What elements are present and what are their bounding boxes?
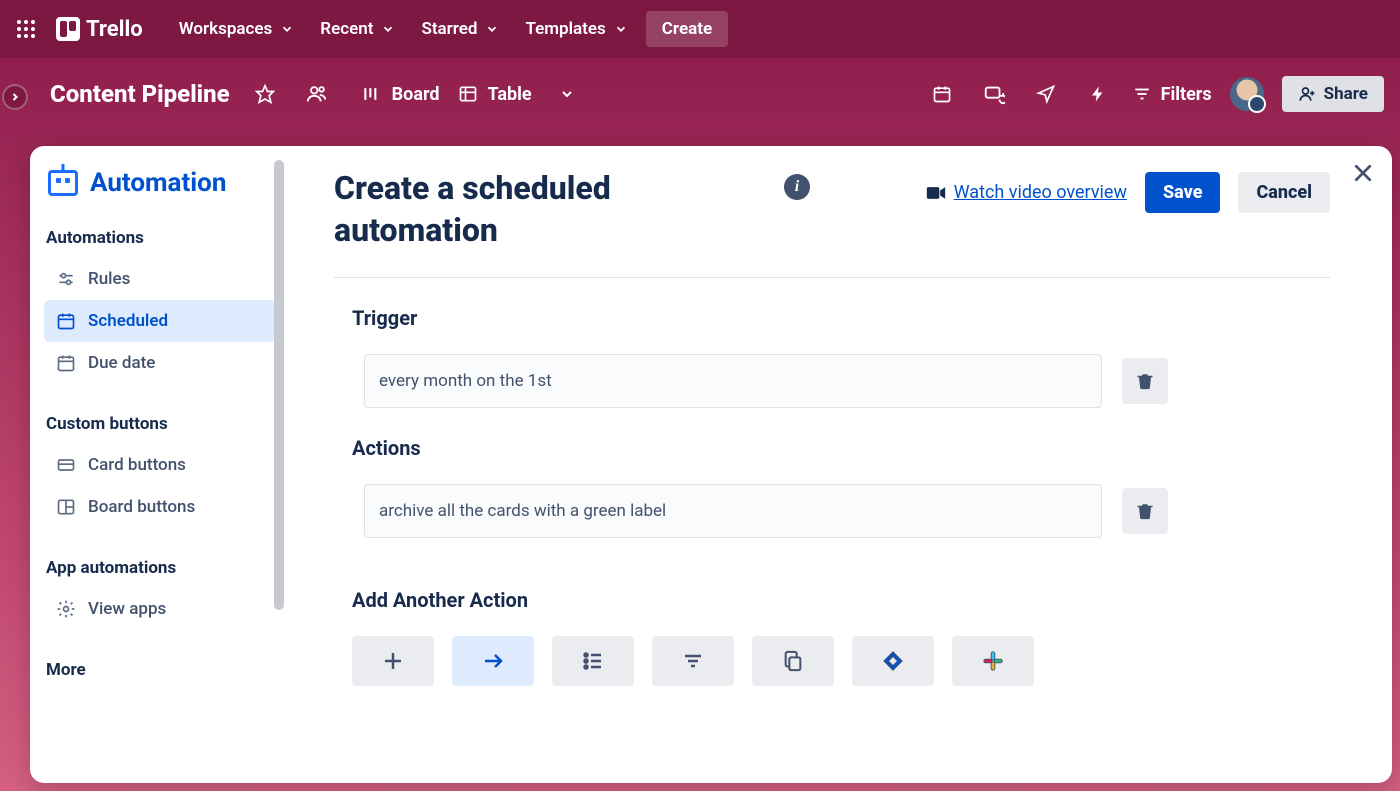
view-board[interactable]: Board — [362, 84, 440, 105]
calendar-icon — [56, 311, 76, 331]
action-type-checklist[interactable] — [552, 636, 634, 686]
group-heading-app-automations: App automations — [46, 558, 276, 578]
automation-bot-icon — [48, 170, 78, 196]
close-button[interactable] — [1350, 160, 1376, 190]
list-icon — [581, 649, 605, 673]
action-type-add[interactable] — [352, 636, 434, 686]
filter-icon — [1133, 85, 1151, 103]
automation-main: Create a scheduled automation i Watch vi… — [286, 146, 1392, 783]
gear-icon — [56, 599, 76, 619]
delete-trigger-button[interactable] — [1122, 358, 1168, 404]
automation-content: Trigger every month on the 1st Actions a… — [334, 278, 1330, 758]
sidebar-scrollbar[interactable] — [274, 160, 284, 610]
card-icon — [56, 455, 76, 475]
chevron-down-icon — [280, 22, 294, 36]
automation-bolt-icon[interactable] — [1081, 77, 1115, 111]
board-header: Content Pipeline Board Table Filters Sha… — [0, 58, 1400, 130]
cancel-button[interactable]: Cancel — [1238, 172, 1330, 213]
main-header: Create a scheduled automation i Watch vi… — [334, 168, 1330, 277]
trigger-text[interactable]: every month on the 1st — [364, 354, 1102, 408]
chevron-down-icon — [485, 22, 499, 36]
view-table[interactable]: Table — [458, 84, 532, 105]
people-icon[interactable] — [300, 77, 334, 111]
actions-heading: Actions — [352, 436, 1330, 460]
info-icon[interactable]: i — [784, 174, 810, 200]
trello-logo[interactable]: Trello — [56, 17, 143, 42]
chevron-down-icon — [614, 22, 628, 36]
board-icon — [56, 497, 76, 517]
share-button[interactable]: Share — [1282, 76, 1384, 112]
calendar-icon[interactable] — [925, 77, 959, 111]
sidebar-item-view-apps[interactable]: View apps — [44, 588, 276, 630]
action-text[interactable]: archive all the cards with a green label — [364, 484, 1102, 538]
menu-recent[interactable]: Recent — [320, 19, 395, 39]
member-avatar[interactable] — [1230, 77, 1264, 111]
share-person-icon — [1298, 85, 1316, 103]
action-type-jira[interactable] — [852, 636, 934, 686]
menu-workspaces[interactable]: Workspaces — [179, 19, 295, 39]
trash-icon — [1136, 371, 1154, 391]
chevron-down-icon — [381, 22, 395, 36]
app-topnav: Trello Workspaces Recent Starred Templat… — [0, 0, 1400, 58]
save-button[interactable]: Save — [1145, 172, 1221, 213]
action-type-slack[interactable] — [952, 636, 1034, 686]
trello-mark-icon — [56, 17, 80, 41]
video-icon — [926, 185, 946, 201]
trigger-row: every month on the 1st — [334, 354, 1330, 408]
menu-templates[interactable]: Templates — [525, 19, 627, 39]
automation-sidebar: Automation Automations Rules Scheduled D… — [30, 146, 286, 783]
sidebar-item-scheduled[interactable]: Scheduled — [44, 300, 276, 342]
page-title: Create a scheduled automation — [334, 168, 754, 251]
delete-action-button[interactable] — [1122, 488, 1168, 534]
slack-icon — [982, 650, 1004, 672]
brand-text: Trello — [86, 17, 143, 42]
sidebar-item-due-date[interactable]: Due date — [44, 342, 276, 384]
sync-icon[interactable] — [977, 77, 1011, 111]
action-type-strip — [334, 636, 1330, 686]
table-icon — [458, 84, 478, 104]
sidebar-title: Automation — [44, 168, 276, 198]
filters-button[interactable]: Filters — [1133, 84, 1212, 105]
jira-icon — [882, 650, 904, 672]
group-heading-automations: Automations — [46, 228, 276, 248]
action-row: archive all the cards with a green label — [334, 484, 1330, 538]
copy-icon — [782, 649, 804, 673]
arrow-right-icon — [479, 649, 507, 673]
close-icon — [1350, 160, 1376, 186]
watch-video-link[interactable]: Watch video overview — [926, 182, 1127, 203]
trigger-heading: Trigger — [352, 306, 1330, 330]
action-type-sort[interactable] — [652, 636, 734, 686]
sliders-icon — [56, 269, 76, 289]
trash-icon — [1136, 501, 1154, 521]
group-heading-more: More — [46, 660, 276, 680]
sidebar-item-rules[interactable]: Rules — [44, 258, 276, 300]
board-title[interactable]: Content Pipeline — [50, 80, 230, 108]
plus-icon — [381, 649, 405, 673]
sidebar-item-card-buttons[interactable]: Card buttons — [44, 444, 276, 486]
menu-starred[interactable]: Starred — [421, 19, 499, 39]
action-type-move[interactable] — [452, 636, 534, 686]
expand-sidebar-button[interactable] — [2, 84, 28, 110]
add-another-heading: Add Another Action — [352, 588, 1330, 612]
topnav-menu: Workspaces Recent Starred Templates — [179, 19, 628, 39]
board-icon — [362, 84, 382, 104]
filter-lines-icon — [681, 649, 705, 673]
calendar-icon — [56, 353, 76, 373]
automation-modal: Automation Automations Rules Scheduled D… — [30, 146, 1392, 783]
group-heading-custom-buttons: Custom buttons — [46, 414, 276, 434]
location-icon[interactable] — [1029, 77, 1063, 111]
sidebar-item-board-buttons[interactable]: Board buttons — [44, 486, 276, 528]
action-type-copy[interactable] — [752, 636, 834, 686]
create-button[interactable]: Create — [646, 11, 728, 47]
apps-switcher-icon[interactable] — [10, 13, 42, 45]
star-icon[interactable] — [248, 77, 282, 111]
view-switcher-chevron[interactable] — [550, 77, 584, 111]
